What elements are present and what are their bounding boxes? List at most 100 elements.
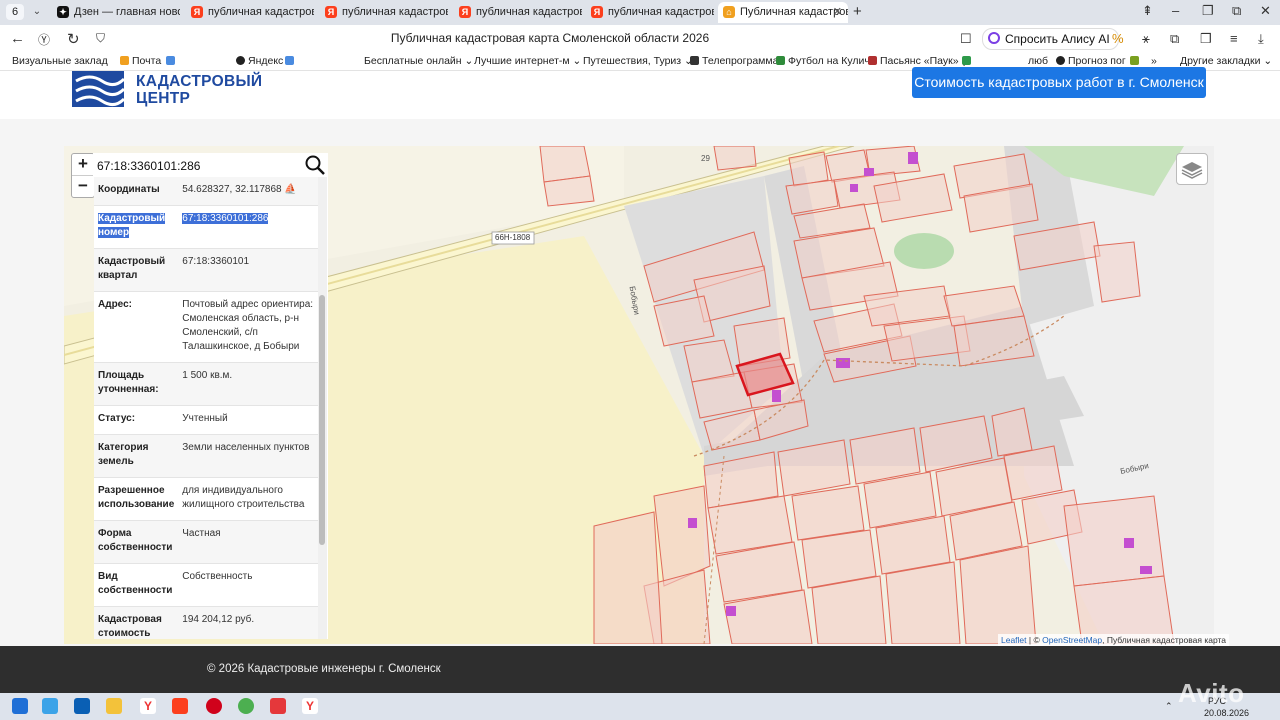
pin-icon[interactable]: ⇞ <box>1142 3 1153 19</box>
bookmark-tv[interactable]: Телепрограмма <box>690 55 778 67</box>
info-row-address: Адрес: Почтовый адрес ориентира: Смоленс… <box>94 291 318 363</box>
chevron-down-icon[interactable]: ⌄ <box>28 4 46 20</box>
tab-cadastral-1[interactable]: Я публичная кадастровая к <box>186 2 314 23</box>
bookmark-weather[interactable]: Прогноз пог <box>1056 55 1126 67</box>
yandex-browser-icon[interactable]: Y <box>140 698 156 714</box>
info-row-status: Статус: Учтенный <box>94 405 318 435</box>
info-row-coordinates: Координаты 54.628327, 32.117868 ⛵ <box>94 177 318 206</box>
alice-label: Спросить Алису AI <box>1005 32 1110 46</box>
bookmark-mail[interactable]: Почта <box>120 55 161 67</box>
info-value: 67:18:3360101 <box>178 248 318 292</box>
info-row-area: Площадь уточненная: 1 500 кв.м. <box>94 362 318 406</box>
info-key: Координаты <box>94 177 179 206</box>
bookmark-icon[interactable]: ☐ <box>960 31 972 47</box>
bookmark-football[interactable]: Футбол на Кулич <box>776 55 870 67</box>
tab-cadastral-3[interactable]: Я публичная кадастровая к <box>454 2 582 23</box>
bookmark-travel[interactable]: Путешествия, Туриз ⌄ <box>583 55 693 67</box>
tab-label: публичная кадастровая к <box>342 6 448 18</box>
store-icon[interactable] <box>42 698 58 714</box>
info-key: Кадастровая стоимость <box>94 606 179 639</box>
info-key: Разрешенное использование <box>94 477 179 521</box>
windows-start-icon[interactable] <box>12 698 28 714</box>
bookmark-visual[interactable]: Визуальные заклад <box>12 55 108 67</box>
close-window-button[interactable]: ✕ <box>1260 3 1271 19</box>
opera-icon[interactable] <box>206 698 222 714</box>
layers-icon <box>1181 162 1203 179</box>
scrollbar-thumb[interactable] <box>319 295 325 545</box>
bookmark-free-online[interactable]: Бесплатные онлайн ⌄ <box>364 55 473 67</box>
info-key: Вид собственности <box>94 563 179 607</box>
bookmark-green[interactable] <box>1130 55 1142 67</box>
search-icon[interactable] <box>304 154 326 176</box>
restore-button[interactable]: ❐ <box>1202 3 1214 19</box>
zoom-out-button[interactable]: − <box>72 176 94 197</box>
bookmark-partial[interactable]: люб <box>962 55 1048 67</box>
tab-cadastral-2[interactable]: Я публичная кадастровая к <box>320 2 448 23</box>
bookmark-yandex[interactable]: Яндекс <box>236 55 283 67</box>
translate-icon[interactable]: ⚹ <box>1142 31 1150 47</box>
info-value: 194 204,12 руб. <box>178 606 318 639</box>
cadastral-cost-button[interactable]: Стоимость кадастровых работ в г. Смоленс… <box>912 67 1206 98</box>
menu-icon[interactable]: ≡ <box>1230 31 1238 46</box>
locate-icon[interactable]: ⛵ <box>284 184 296 195</box>
downloads-icon[interactable]: ⤓ <box>1258 31 1264 47</box>
maximize-button[interactable]: ⧉ <box>1232 3 1241 19</box>
close-icon[interactable]: ✕ <box>833 2 842 23</box>
percent-icon[interactable]: % <box>1112 31 1124 46</box>
yandex-icon: Я <box>591 6 603 18</box>
new-tab-button[interactable]: + <box>853 3 862 20</box>
leaflet-link[interactable]: Leaflet <box>1001 635 1027 645</box>
layers-button[interactable] <box>1176 153 1208 185</box>
file-explorer-icon[interactable] <box>106 698 122 714</box>
bookmark-blurred-2[interactable] <box>285 55 297 67</box>
bookmark-blurred[interactable] <box>166 55 178 67</box>
bookmark-solitaire[interactable]: Пасьянс «Паук» ( <box>868 55 965 67</box>
yandex-icon: Я <box>325 6 337 18</box>
zoom-in-button[interactable]: + <box>72 154 94 176</box>
collections-icon[interactable]: ❒ <box>1200 31 1212 47</box>
browser-tab-strip: 6 ⌄ ✦ Дзен — главная новостн Я публичная… <box>0 0 1280 25</box>
info-value[interactable]: 67:18:3360101:286 <box>182 213 269 224</box>
info-row-cadastral-number: Кадастровый номер 67:18:3360101:286 <box>94 205 318 249</box>
info-row-quarter: Кадастровый квартал 67:18:3360101 <box>94 248 318 292</box>
yandex-browser-active-icon[interactable]: Y <box>302 698 318 714</box>
weather-icon <box>1056 56 1065 65</box>
info-scrollbar[interactable] <box>318 177 327 639</box>
info-value: Земли населенных пунктов <box>178 434 318 478</box>
page-title[interactable]: Публичная кадастровая карта Смоленской о… <box>0 31 1100 45</box>
logo-icon[interactable] <box>72 71 124 107</box>
info-key: Статус: <box>94 405 179 435</box>
search-input[interactable] <box>95 155 304 177</box>
info-value: 1 500 кв.м. <box>178 362 318 406</box>
tab-count-badge[interactable]: 6 <box>6 4 24 20</box>
app-icon[interactable] <box>270 698 286 714</box>
site-header: КАДАСТРОВЫЙ ЦЕНТР Стоимость кадастровых … <box>0 67 1280 119</box>
yandex-icon: Я <box>459 6 471 18</box>
extensions-icon[interactable]: ⧉ <box>1170 31 1179 47</box>
info-value: для индивидуального жилищного строительс… <box>178 477 318 521</box>
bookmarks-overflow[interactable]: » <box>1151 55 1157 67</box>
minimize-button[interactable]: – <box>1172 3 1179 18</box>
logo-text[interactable]: КАДАСТРОВЫЙ ЦЕНТР <box>136 73 262 107</box>
bookmark-best-internet[interactable]: Лучшие интернет-м ⌄ <box>474 55 581 67</box>
info-key: Кадастровый квартал <box>94 248 179 292</box>
info-value: Учтенный <box>178 405 318 435</box>
tab-label: публичная кадастровая к <box>208 6 314 18</box>
map-attribution: Leaflet | © OpenStreetMap, Публичная кад… <box>998 634 1230 646</box>
tray-chevron-icon[interactable]: ⌃ <box>1165 701 1173 712</box>
chrome-icon[interactable] <box>238 698 254 714</box>
clock-date[interactable]: 20.08.2026 <box>1204 708 1249 718</box>
tab-cadastral-4[interactable]: Я публичная кадастровая к <box>586 2 714 23</box>
info-key: Кадастровый номер <box>98 213 166 238</box>
osm-link[interactable]: OpenStreetMap <box>1042 635 1102 645</box>
yandex-icon[interactable] <box>172 698 188 714</box>
alice-button[interactable]: Спросить Алису AI <box>982 28 1119 50</box>
info-value: Частная <box>178 520 318 564</box>
mail-icon <box>120 56 129 65</box>
tab-dzen[interactable]: ✦ Дзен — главная новостн <box>52 2 180 23</box>
alice-icon <box>988 32 1000 44</box>
outlook-icon[interactable] <box>74 698 90 714</box>
tab-active[interactable]: ⌂ Публичная кадастрова ✕ <box>718 2 848 23</box>
bookmark-other[interactable]: Другие закладки ⌄ <box>1180 55 1272 67</box>
info-key: Площадь уточненная: <box>94 362 179 406</box>
